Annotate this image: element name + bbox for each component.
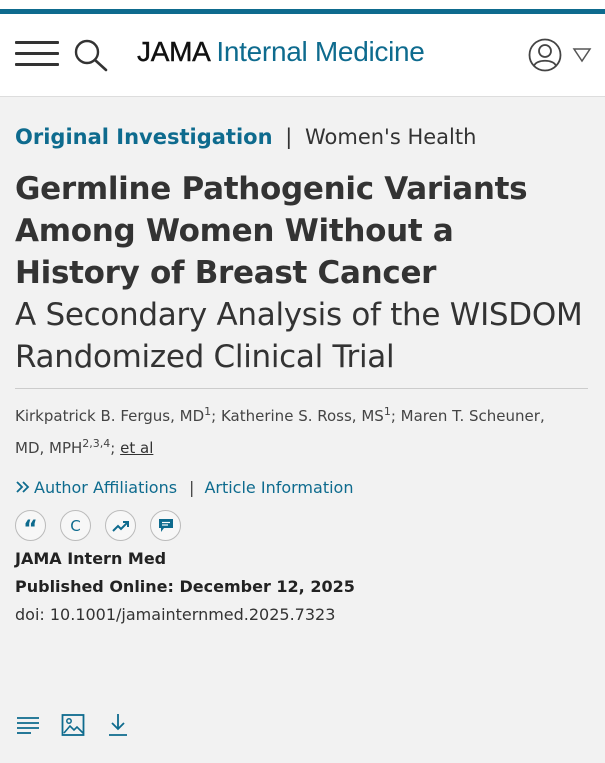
cite-button[interactable]: “: [15, 510, 46, 541]
comment-icon: [158, 519, 173, 532]
links-separator: |: [189, 478, 195, 497]
author-affiliations-link[interactable]: Author Affiliations: [34, 478, 177, 497]
author-name[interactable]: Katherine S. Ross, MS: [221, 407, 384, 425]
article-links: Author Affiliations | Article Information: [15, 478, 353, 497]
copyright-icon: C: [70, 516, 81, 535]
author-list: Kirkpatrick B. Fergus, MD 1; Katherine S.…: [15, 400, 575, 464]
journal-name: JAMA Intern Med: [15, 549, 167, 568]
author-sep: ;: [211, 407, 221, 425]
menu-icon[interactable]: [15, 41, 59, 67]
article-subtitle: A Secondary Analysis of the WISDOM Rando…: [15, 297, 583, 375]
site-header: JAMA Internal Medicine: [0, 14, 605, 97]
caret-down-icon[interactable]: [572, 47, 592, 63]
outline-icon[interactable]: [15, 712, 41, 738]
author-sep: ;: [110, 439, 121, 457]
divider: [15, 388, 588, 389]
comment-button[interactable]: [150, 510, 181, 541]
author-name[interactable]: Kirkpatrick B. Fergus, MD: [15, 407, 204, 425]
figures-icon[interactable]: [61, 712, 85, 738]
article-title: Germline Pathogenic Variants Among Women…: [15, 171, 528, 291]
download-icon[interactable]: [107, 712, 129, 738]
published-date: Published Online: December 12, 2025: [15, 577, 355, 596]
journal-logo[interactable]: JAMA Internal Medicine: [137, 36, 425, 68]
article-information-link[interactable]: Article Information: [204, 478, 353, 497]
brand-prefix: JAMA: [137, 36, 210, 67]
metrics-icon: [111, 520, 129, 532]
affiliation-sup: 2,3,4: [82, 437, 111, 450]
article-type-line: Original Investigation | Women's Health: [15, 125, 476, 149]
et-al-link[interactable]: et al: [120, 439, 153, 457]
type-separator: |: [285, 125, 293, 149]
double-chevron-right-icon: [16, 481, 30, 493]
doi[interactable]: doi: 10.1001/jamainternmed.2025.7323: [15, 605, 335, 624]
search-icon[interactable]: [73, 38, 109, 72]
article-topic[interactable]: Women's Health: [305, 125, 476, 149]
permissions-button[interactable]: C: [60, 510, 91, 541]
article-type[interactable]: Original Investigation: [15, 125, 273, 149]
affiliation-sup: 1: [383, 405, 391, 418]
metrics-button[interactable]: [105, 510, 136, 541]
author-sep: ;: [390, 407, 401, 425]
brand-suffix: Internal Medicine: [216, 36, 425, 67]
quote-icon: “: [23, 516, 38, 542]
user-icon[interactable]: [528, 38, 562, 72]
